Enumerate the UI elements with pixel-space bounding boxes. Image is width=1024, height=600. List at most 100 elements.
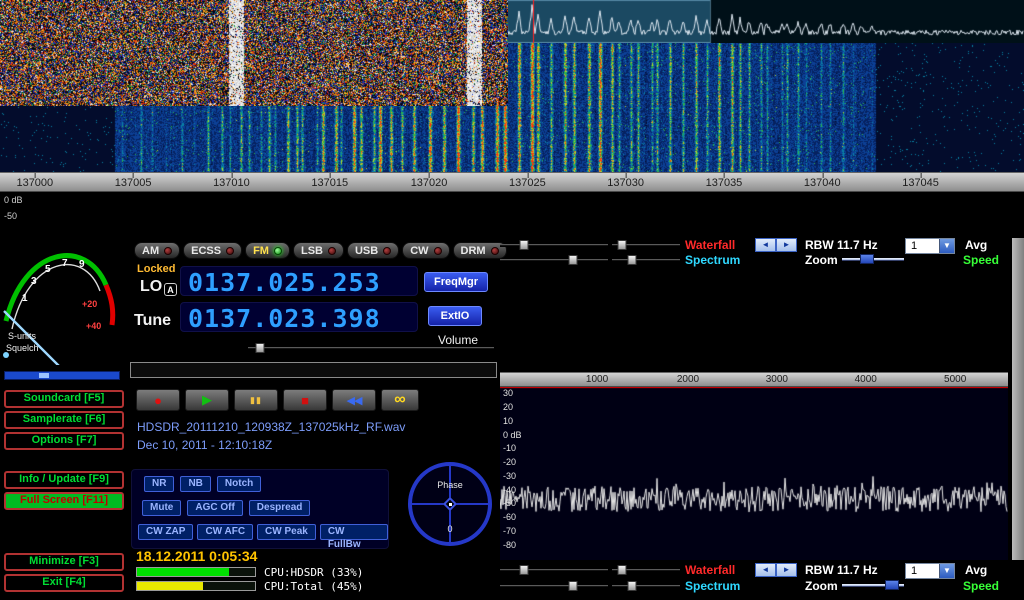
right-scrollbar[interactable] [1012, 238, 1024, 560]
lo-frequency-value[interactable]: 0137.025.253 [188, 268, 381, 297]
mode-button-fm[interactable]: FM [245, 242, 290, 259]
avg-select[interactable]: 1 ▼ [905, 238, 955, 254]
right-arrow-button[interactable]: ► [776, 238, 797, 252]
zoom-label: Zoom [805, 253, 838, 267]
freqmgr-button[interactable]: FreqMgr [424, 272, 488, 292]
mode-button-usb[interactable]: USB [347, 242, 399, 259]
meter-tick-label: 5 [45, 264, 51, 275]
minimize-button[interactable]: Minimize [F3] [4, 553, 124, 571]
extio-button[interactable]: ExtIO [428, 306, 482, 326]
mute-button[interactable]: Mute [142, 500, 181, 516]
db-tick: 30 [503, 388, 513, 398]
playback-position-slider[interactable] [130, 362, 497, 378]
samplerate-button[interactable]: Samplerate [F6] [4, 411, 124, 429]
cw-fullbw-button[interactable]: CW FullBw [320, 524, 388, 540]
audio-frequency-ruler[interactable]: 1000 2000 3000 4000 5000 [500, 372, 1008, 387]
audio-waterfall-display[interactable] [0, 0, 508, 106]
phase-scope[interactable]: Phase 0 [408, 462, 492, 546]
dropdown-arrow-icon[interactable]: ▼ [939, 564, 954, 578]
mode-label: USB [355, 245, 378, 257]
slider-thumb[interactable] [628, 581, 637, 591]
left-arrow-button[interactable]: ◄ [755, 238, 776, 252]
squelch-slider[interactable] [4, 371, 120, 380]
waterfall-contrast-slider[interactable] [612, 239, 680, 251]
record-icon: ● [154, 393, 162, 408]
avg-select[interactable]: 1 ▼ [905, 563, 955, 579]
spectrum-tab[interactable]: Spectrum [685, 579, 740, 593]
slider-thumb[interactable] [569, 581, 578, 591]
waterfall-brightness-slider[interactable] [500, 564, 608, 576]
agc-button[interactable]: AGC Off [187, 500, 242, 516]
despread-button[interactable]: Despread [249, 500, 311, 516]
volume-slider[interactable] [248, 342, 494, 354]
pause-button[interactable]: ▮▮ [234, 389, 278, 411]
stop-button[interactable]: ■ [283, 389, 327, 411]
freq-tick: 4000 [855, 374, 877, 385]
phase-label: Phase [412, 480, 488, 490]
mode-button-lsb[interactable]: LSB [293, 242, 344, 259]
mode-button-ecss[interactable]: ECSS [183, 242, 242, 259]
waterfall-tab[interactable]: Waterfall [685, 238, 735, 252]
slider-thumb[interactable] [618, 565, 627, 575]
waterfall-tab[interactable]: Waterfall [685, 563, 735, 577]
mode-button-am[interactable]: AM [134, 242, 180, 259]
freq-tick: 2000 [677, 374, 699, 385]
right-arrow-button[interactable]: ► [776, 563, 797, 577]
spectrum-offset-slider[interactable] [500, 254, 608, 266]
nr-button[interactable]: NR [144, 476, 174, 492]
waterfall-brightness-slider[interactable] [500, 239, 608, 251]
slider-thumb[interactable] [885, 580, 899, 590]
options-button[interactable]: Options [F7] [4, 432, 124, 450]
cpu-total-text: CPU:Total (45%) [264, 580, 363, 593]
slider-thumb[interactable] [860, 254, 874, 264]
play-button[interactable]: ▶ [185, 389, 229, 411]
slider-thumb[interactable] [569, 255, 578, 265]
zoom-slider[interactable] [842, 579, 904, 591]
cw-peak-button[interactable]: CW Peak [257, 524, 316, 540]
db-tick: -30 [503, 471, 516, 481]
zoom-label: Zoom [805, 579, 838, 593]
stop-icon: ■ [301, 393, 309, 408]
tune-frequency-value[interactable]: 0137.023.398 [188, 304, 381, 333]
spectrum-tab[interactable]: Spectrum [685, 253, 740, 267]
volume-slider-thumb[interactable] [256, 343, 265, 353]
mode-led-icon [226, 247, 234, 255]
speed-label: Speed [963, 253, 999, 267]
spectrum-offset-slider[interactable] [500, 580, 608, 592]
avg-value: 1 [906, 564, 939, 578]
cw-afc-button[interactable]: CW AFC [197, 524, 253, 540]
speed-label: Speed [963, 579, 999, 593]
squelch-slider-thumb[interactable] [39, 373, 49, 378]
slider-thumb[interactable] [618, 240, 627, 250]
db-tick: 20 [503, 402, 513, 412]
soundcard-button[interactable]: Soundcard [F5] [4, 390, 124, 408]
zoom-slider[interactable] [842, 253, 904, 265]
nb-button[interactable]: NB [180, 476, 210, 492]
record-button[interactable]: ● [136, 389, 180, 411]
recording-filename: HDSDR_20111210_120938Z_137025kHz_RF.wav [137, 420, 405, 434]
audio-spectrum-display[interactable] [500, 387, 1008, 560]
exit-button[interactable]: Exit [F4] [4, 574, 124, 592]
fullscreen-button[interactable]: Full Screen [F11] [4, 492, 124, 510]
main-frequency-ruler[interactable]: 137000 137005 137010 137015 137020 13702… [0, 172, 1024, 192]
meter-tick-label: 3 [31, 276, 37, 287]
cw-zap-button[interactable]: CW ZAP [138, 524, 193, 540]
lo-a-badge[interactable]: A [164, 283, 177, 296]
freq-tick: 1000 [586, 374, 608, 385]
slider-thumb[interactable] [519, 565, 528, 575]
dropdown-arrow-icon[interactable]: ▼ [939, 239, 954, 253]
slider-thumb[interactable] [628, 255, 637, 265]
mode-button-cw[interactable]: CW [402, 242, 449, 259]
spectrum-range-slider[interactable] [612, 580, 680, 592]
rewind-button[interactable]: ◀◀ [332, 389, 376, 411]
freq-tick: 137035 [706, 173, 743, 191]
slider-thumb[interactable] [519, 240, 528, 250]
cpu-hdsdr-bar-fill [137, 568, 229, 576]
spectrum-range-slider[interactable] [612, 254, 680, 266]
loop-button[interactable]: ∞ [381, 389, 419, 411]
waterfall-contrast-slider[interactable] [612, 564, 680, 576]
left-arrow-button[interactable]: ◄ [755, 563, 776, 577]
info-update-button[interactable]: Info / Update [F9] [4, 471, 124, 489]
mode-label: DRM [461, 245, 486, 257]
notch-button[interactable]: Notch [217, 476, 261, 492]
